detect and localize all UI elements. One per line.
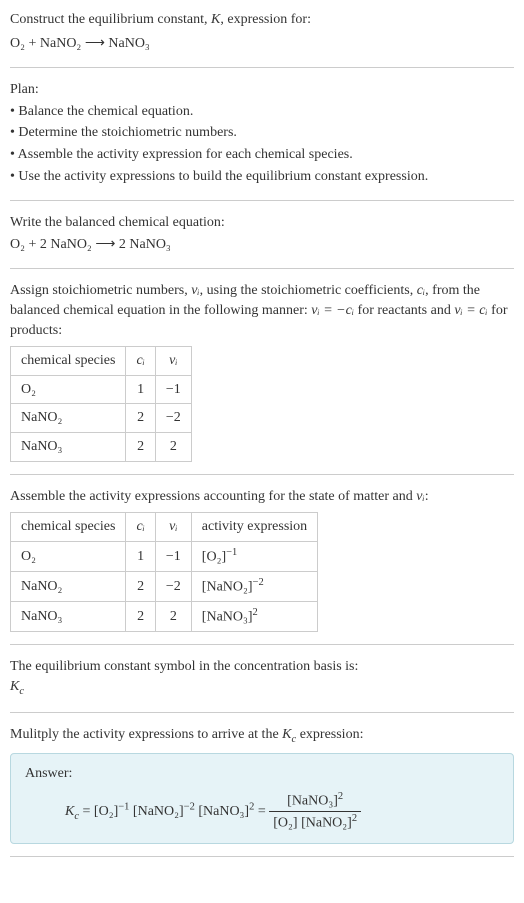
cell-nui: 2	[155, 432, 191, 461]
col-species: chemical species	[11, 347, 126, 376]
table-row: O₂ 1 −1 [O₂]−1	[11, 541, 318, 571]
final-section: Mulitply the activity expressions to arr…	[10, 725, 514, 858]
table-row: NaNO₂ 2 −2	[11, 404, 192, 433]
balanced-equation: O₂ + 2 NaNO₂ ⟶ 2 NaNO₃	[10, 235, 514, 255]
cell-species: NaNO₂	[11, 571, 126, 601]
activity-table: chemical species cᵢ νᵢ activity expressi…	[10, 512, 318, 632]
nu-i: νᵢ	[416, 489, 424, 504]
cell-nui: −1	[155, 541, 191, 571]
nu-i: νᵢ	[191, 283, 199, 298]
col-nui: νᵢ	[155, 513, 191, 542]
cell-nui: −1	[155, 375, 191, 404]
title-prefix: Construct the equilibrium constant,	[10, 12, 211, 27]
stoich-text-b: , using the stoichiometric coefficients,	[200, 283, 417, 298]
answer-box: Answer: Kc = [O₂]−1 [NaNO₂]−2 [NaNO₃]2 =…	[10, 753, 514, 844]
col-activity: activity expression	[191, 513, 317, 542]
stoich-table: chemical species cᵢ νᵢ O₂ 1 −1 NaNO₂ 2 −…	[10, 346, 192, 461]
table-row: NaNO₃ 2 2 [NaNO₃]2	[11, 602, 318, 632]
table-row: NaNO₂ 2 −2 [NaNO₂]−2	[11, 571, 318, 601]
cell-nui: −2	[155, 571, 191, 601]
kc-expression: Kc = [O₂]−1 [NaNO₂]−2 [NaNO₃]2 = [NaNO₃]…	[25, 790, 499, 834]
activity-heading-a: Assemble the activity expressions accoun…	[10, 489, 416, 504]
rel1: νᵢ = −cᵢ	[311, 303, 354, 318]
table-header-row: chemical species cᵢ νᵢ	[11, 347, 192, 376]
stoich-text: Assign stoichiometric numbers, νᵢ, using…	[10, 281, 514, 340]
table-row: NaNO₃ 2 2	[11, 432, 192, 461]
col-ci: cᵢ	[126, 513, 155, 542]
activity-heading-b: :	[425, 489, 429, 504]
cell-species: NaNO₃	[11, 602, 126, 632]
rel2: νᵢ = cᵢ	[454, 303, 487, 318]
plan-heading: Plan:	[10, 80, 514, 100]
numerator: [NaNO₃]2	[269, 790, 361, 812]
plan-item: • Balance the chemical equation.	[10, 102, 514, 122]
stoich-text-d: for reactants and	[354, 303, 454, 318]
cell-nui: −2	[155, 404, 191, 433]
col-species: chemical species	[11, 513, 126, 542]
stoich-text-a: Assign stoichiometric numbers,	[10, 283, 191, 298]
table-header-row: chemical species cᵢ νᵢ activity expressi…	[11, 513, 318, 542]
col-ci: cᵢ	[126, 347, 155, 376]
cell-ci: 1	[126, 541, 155, 571]
cell-ci: 2	[126, 404, 155, 433]
final-heading-b: expression:	[296, 727, 363, 742]
plan-item: • Use the activity expressions to build …	[10, 167, 514, 187]
fraction: [NaNO₃]2[O₂] [NaNO₂]2	[269, 790, 361, 834]
cell-activity: [NaNO₂]−2	[191, 571, 317, 601]
col-nui: νᵢ	[155, 347, 191, 376]
activity-section: Assemble the activity expressions accoun…	[10, 487, 514, 646]
cell-species: NaNO₃	[11, 432, 126, 461]
table-row: O₂ 1 −1	[11, 375, 192, 404]
final-heading: Mulitply the activity expressions to arr…	[10, 725, 514, 747]
symbol-section: The equilibrium constant symbol in the c…	[10, 657, 514, 712]
title-suffix: , expression for:	[220, 12, 311, 27]
cell-ci: 2	[126, 432, 155, 461]
cell-activity: [O₂]−1	[191, 541, 317, 571]
plan-item: • Assemble the activity expression for e…	[10, 145, 514, 165]
title-k: K	[211, 12, 220, 27]
cell-ci: 2	[126, 602, 155, 632]
balanced-heading: Write the balanced chemical equation:	[10, 213, 514, 233]
cell-species: O₂	[11, 541, 126, 571]
cell-ci: 1	[126, 375, 155, 404]
kc-symbol: Kc	[10, 677, 514, 699]
plan-item: • Determine the stoichiometric numbers.	[10, 123, 514, 143]
cell-activity: [NaNO₃]2	[191, 602, 317, 632]
c-i: cᵢ	[417, 283, 425, 298]
answer-label: Answer:	[25, 764, 499, 784]
activity-heading: Assemble the activity expressions accoun…	[10, 487, 514, 507]
cell-nui: 2	[155, 602, 191, 632]
cell-species: NaNO₂	[11, 404, 126, 433]
final-heading-a: Mulitply the activity expressions to arr…	[10, 727, 282, 742]
cell-species: O₂	[11, 375, 126, 404]
stoich-section: Assign stoichiometric numbers, νᵢ, using…	[10, 281, 514, 474]
symbol-text: The equilibrium constant symbol in the c…	[10, 657, 514, 677]
construct-title: Construct the equilibrium constant, K, e…	[10, 10, 514, 30]
denominator: [O₂] [NaNO₂]2	[269, 812, 361, 833]
header-section: Construct the equilibrium constant, K, e…	[10, 10, 514, 68]
unbalanced-equation: O₂ + NaNO₂ ⟶ NaNO₃	[10, 34, 514, 54]
plan-section: Plan: • Balance the chemical equation. •…	[10, 80, 514, 201]
balanced-section: Write the balanced chemical equation: O₂…	[10, 213, 514, 269]
cell-ci: 2	[126, 571, 155, 601]
